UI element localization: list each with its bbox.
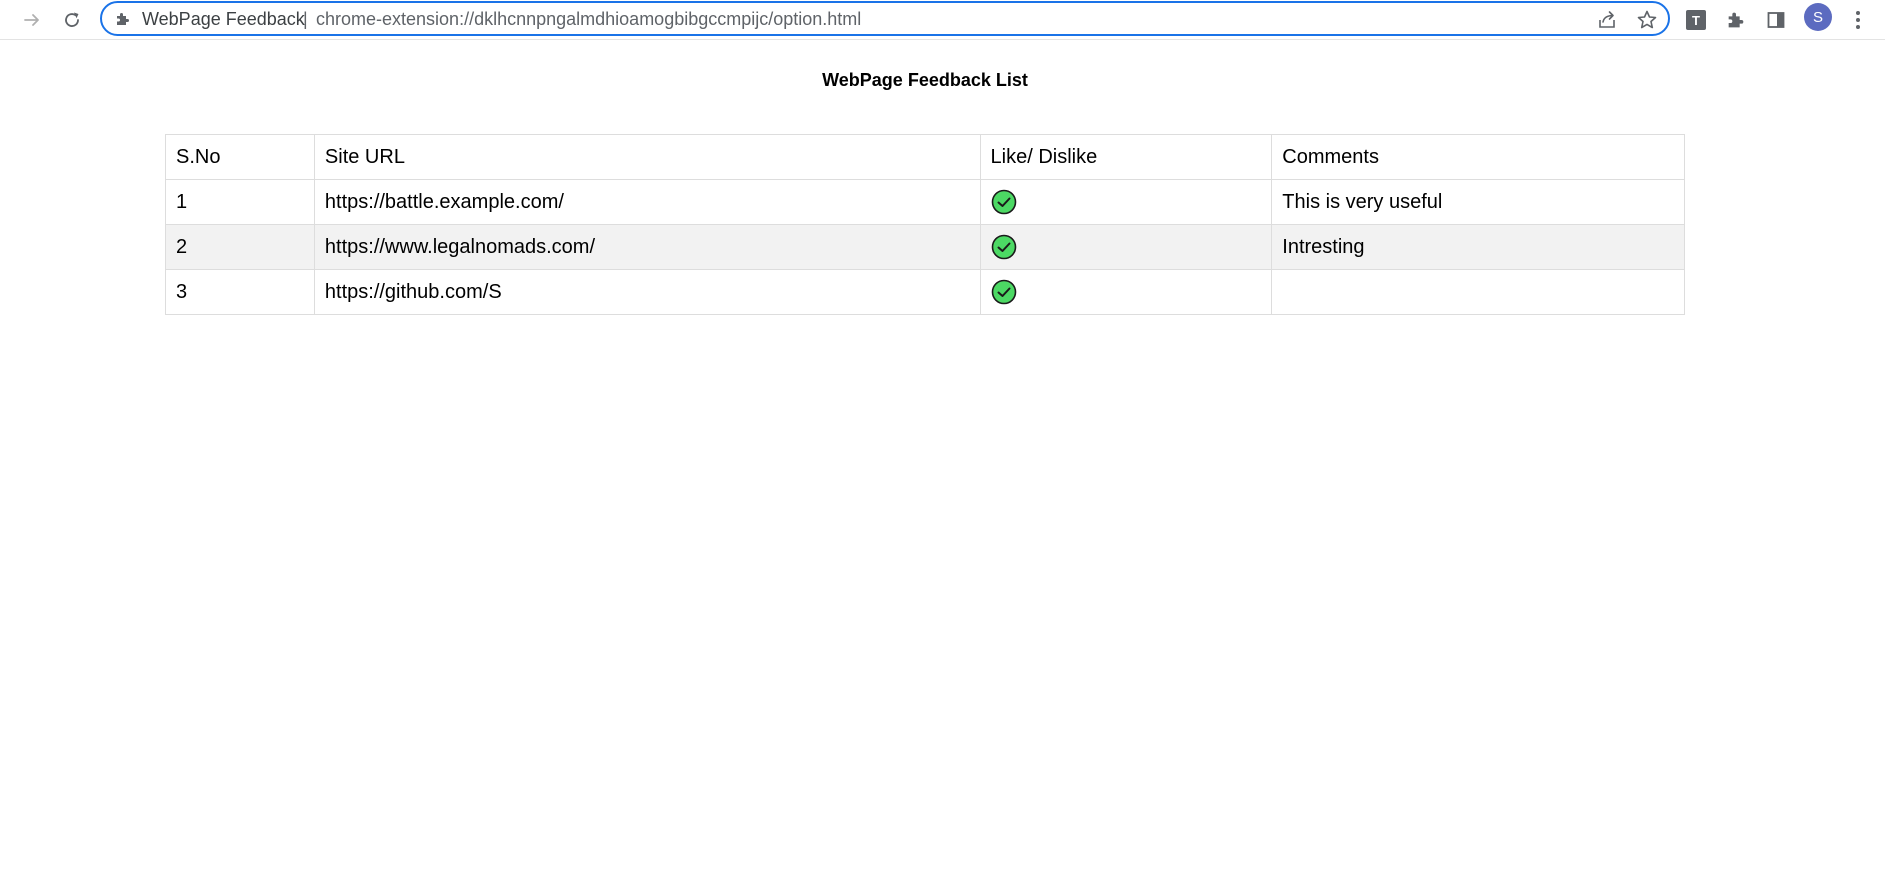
feedback-table: S.No Site URL Like/ Dislike Comments 1 h… bbox=[165, 134, 1685, 315]
green-check-circle-icon bbox=[991, 189, 1016, 215]
site-name: WebPage Feedback bbox=[142, 9, 305, 29]
url-separator: | bbox=[303, 9, 308, 29]
cell-sno: 2 bbox=[165, 224, 315, 270]
cell-comments bbox=[1271, 269, 1685, 315]
star-icon bbox=[1637, 10, 1657, 29]
cell-site-url: https://github.com/S bbox=[313, 269, 981, 315]
share-button[interactable] bbox=[1595, 8, 1619, 32]
table-row: 1 https://battle.example.com/ This is ve… bbox=[165, 179, 1685, 225]
header-comments: Comments bbox=[1271, 134, 1685, 180]
extension-t-letter: T bbox=[1692, 12, 1700, 28]
puzzle-icon bbox=[1728, 12, 1744, 28]
cell-like-dislike bbox=[979, 269, 1273, 315]
reload-button[interactable] bbox=[56, 4, 88, 36]
green-check-circle-icon bbox=[991, 234, 1016, 260]
cell-comments: This is very useful bbox=[1271, 179, 1685, 225]
bookmark-button[interactable] bbox=[1635, 8, 1659, 32]
cell-sno: 3 bbox=[165, 269, 315, 315]
address-bar[interactable]: WebPage Feedback | chrome-extension://dk… bbox=[100, 1, 1670, 36]
profile-initial: S bbox=[1812, 8, 1823, 26]
header-site-url: Site URL bbox=[313, 134, 981, 180]
header-sno: S.No bbox=[165, 134, 315, 180]
browser-toolbar: WebPage Feedback | chrome-extension://dk… bbox=[0, 0, 1885, 40]
cell-like-dislike bbox=[979, 179, 1273, 225]
url-text[interactable]: chrome-extension://dklhcnnpngalmdhioamog… bbox=[316, 9, 861, 30]
cell-site-url: https://www.legalnomads.com/ bbox=[313, 224, 981, 270]
extension-t-button[interactable]: T bbox=[1681, 5, 1711, 35]
extension-t-icon: T bbox=[1686, 10, 1706, 30]
green-check-circle-icon bbox=[991, 279, 1016, 305]
cell-site-url: https://battle.example.com/ bbox=[313, 179, 981, 225]
side-panel-icon bbox=[1767, 12, 1785, 28]
puzzle-icon bbox=[117, 13, 129, 25]
page-title: WebPage Feedback List bbox=[822, 70, 1028, 90]
extensions-button[interactable] bbox=[1721, 5, 1751, 35]
table-header-row: S.No Site URL Like/ Dislike Comments bbox=[165, 134, 1685, 180]
cell-sno: 1 bbox=[165, 179, 315, 225]
arrow-right-icon bbox=[24, 14, 39, 26]
table-row: 3 https://github.com/S bbox=[165, 269, 1685, 315]
forward-button[interactable] bbox=[16, 4, 48, 36]
share-icon bbox=[1599, 11, 1615, 28]
table-row: 2 https://www.legalnomads.com/ Intrestin… bbox=[165, 224, 1685, 270]
cell-like-dislike bbox=[979, 224, 1273, 270]
reload-icon bbox=[65, 12, 79, 27]
cell-comments: Intresting bbox=[1271, 224, 1685, 270]
menu-button[interactable] bbox=[1843, 5, 1873, 35]
kebab-menu-icon bbox=[1856, 11, 1860, 29]
side-panel-button[interactable] bbox=[1761, 5, 1791, 35]
header-like-dislike: Like/ Dislike bbox=[979, 134, 1273, 180]
profile-avatar[interactable]: S bbox=[1804, 3, 1832, 31]
